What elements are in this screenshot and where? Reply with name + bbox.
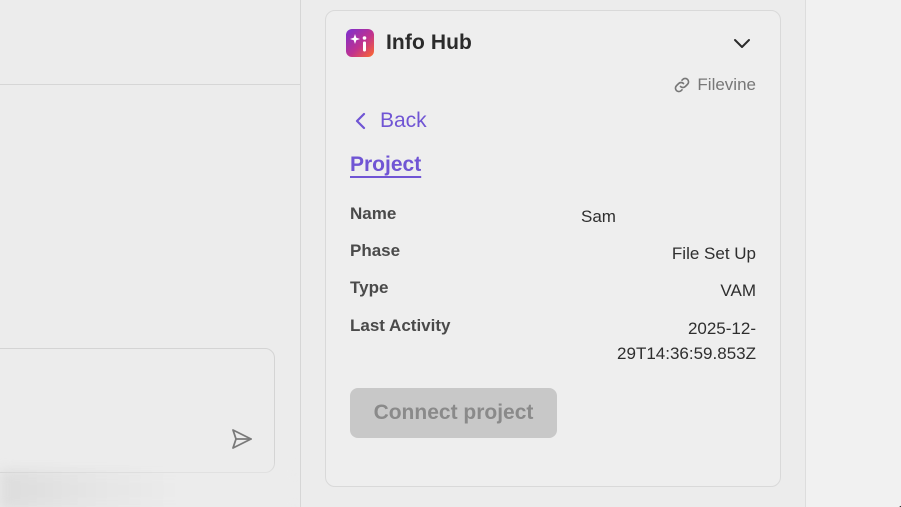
field-label: Name — [350, 204, 397, 223]
chat-header-divider — [0, 84, 300, 85]
chat-composer-input[interactable] — [0, 348, 275, 473]
field-value: File Set Up — [671, 244, 756, 263]
window-corner-fill — [870, 470, 901, 507]
sparkle-info-icon — [346, 29, 374, 57]
back-label: Back — [380, 109, 427, 132]
chevron-left-icon — [355, 112, 366, 130]
composer-shadow — [0, 470, 300, 507]
field-value: 2025-12- 29T14:36:59.853Z — [617, 316, 756, 366]
chevron-down-icon — [734, 39, 750, 48]
card-title: Info Hub — [386, 31, 472, 54]
card-header: Info Hub — [346, 29, 472, 57]
window-edge — [805, 0, 901, 507]
app-window: Info Hub Filevine Back Project Name Sam — [0, 0, 901, 507]
send-button[interactable] — [228, 425, 256, 453]
connect-project-button[interactable]: Connect project — [350, 388, 557, 438]
back-button[interactable]: Back — [354, 109, 427, 133]
field-value-line: 29T14:36:59.853Z — [617, 344, 756, 363]
section-title-project[interactable]: Project — [350, 153, 421, 177]
field-label: Type — [350, 278, 389, 297]
collapse-toggle[interactable] — [730, 31, 754, 55]
source-link[interactable]: Filevine — [673, 75, 756, 95]
send-icon — [232, 429, 252, 449]
field-value: Sam — [581, 207, 616, 226]
field-label: Last Activity — [350, 316, 451, 335]
source-link-label: Filevine — [697, 75, 756, 94]
link-icon — [675, 77, 690, 93]
field-value-line: 2025-12- — [687, 319, 756, 338]
field-value: VAM — [720, 281, 756, 300]
info-hub-card: Info Hub Filevine Back Project Name Sam — [325, 10, 781, 487]
field-label: Phase — [350, 241, 401, 260]
